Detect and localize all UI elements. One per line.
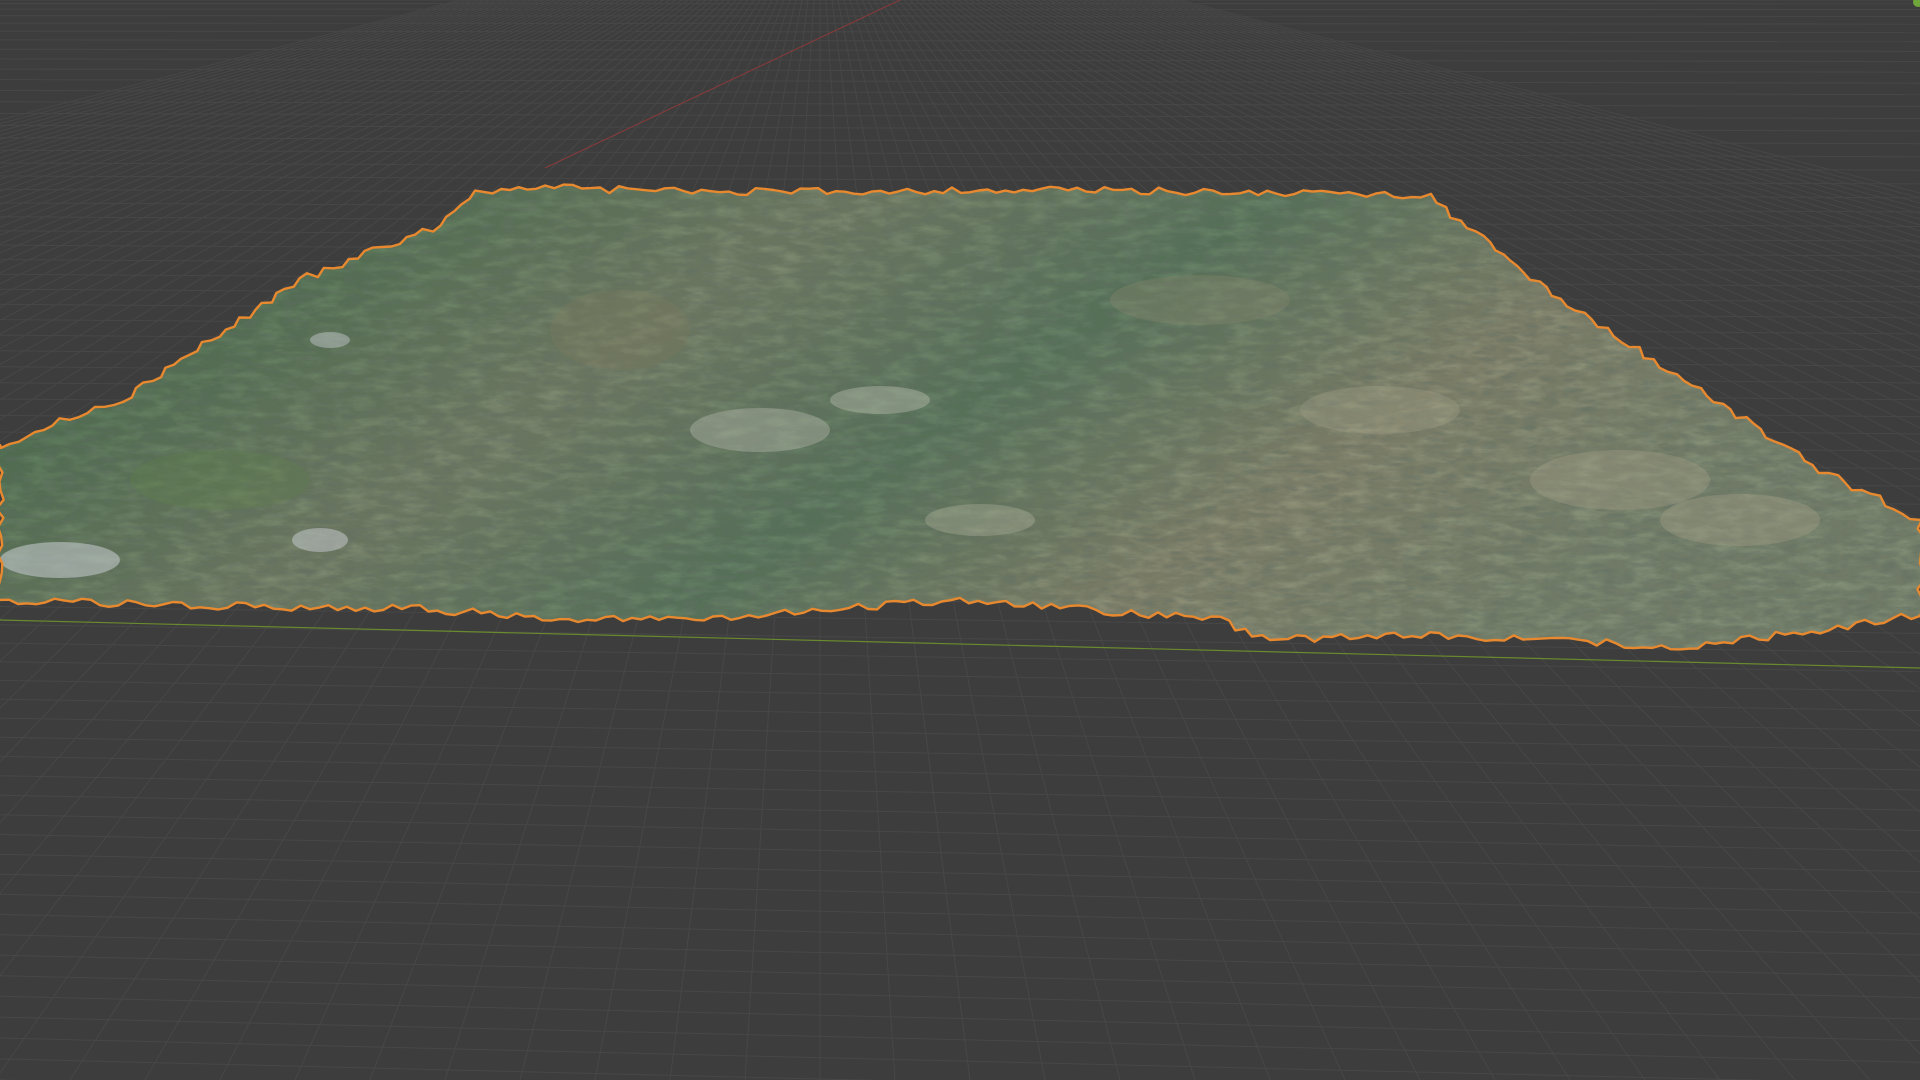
terrain-mesh[interactable]	[0, 180, 1920, 660]
3d-viewport[interactable]	[0, 0, 1920, 1080]
y-axis-line	[544, 0, 901, 169]
viewport-scene[interactable]	[0, 0, 1920, 1080]
navigation-gizmo-icon[interactable]	[1913, 0, 1920, 7]
